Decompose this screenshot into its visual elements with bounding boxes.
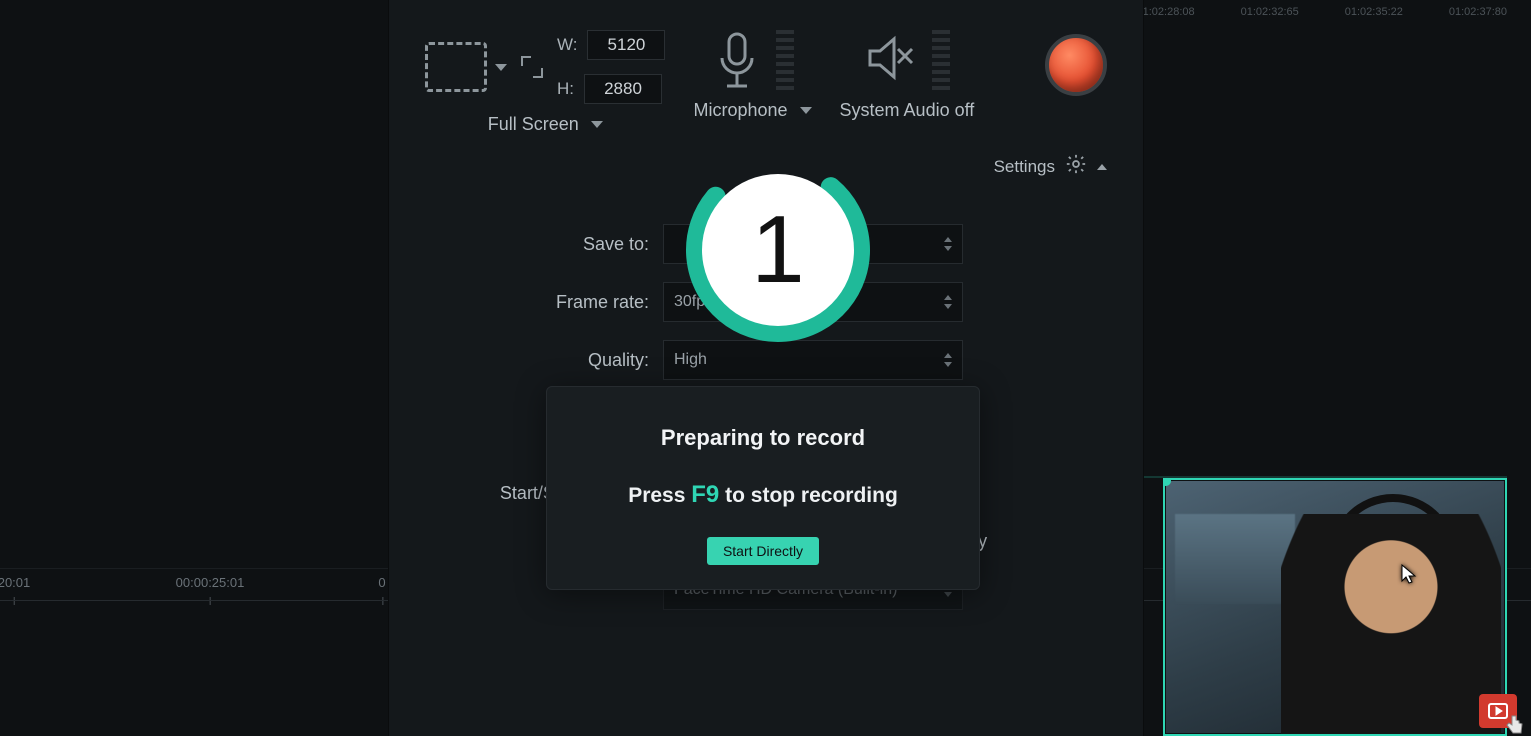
mini-timecode: 01:02:28:08	[1137, 6, 1195, 18]
mic-vu-meter	[776, 30, 794, 90]
microphone-icon[interactable]	[712, 30, 762, 90]
cursor-icon	[1401, 564, 1417, 584]
prepare-record-card: Preparing to record Press F9 to stop rec…	[546, 386, 980, 590]
source-screen: W: H: Full Screen	[425, 30, 665, 135]
mini-timecode: 01:02:37:80	[1449, 6, 1507, 18]
system-audio-label: System Audio off	[840, 100, 975, 121]
source-system-audio: System Audio off	[840, 30, 975, 121]
timeline-tick: 0	[378, 575, 385, 590]
source-microphone: Microphone	[693, 30, 811, 121]
collapse-up-icon[interactable]	[1097, 164, 1107, 170]
screen-mode-label: Full Screen	[488, 114, 579, 135]
quality-label: Quality:	[425, 350, 649, 371]
mini-timecode-strip: 01:02:28:08 01:02:32:65 01:02:35:22 01:0…	[1137, 6, 1508, 18]
record-button[interactable]	[1045, 34, 1107, 96]
timeline-tick: 00:00:25:01	[176, 575, 245, 590]
mini-timecode: 01:02:35:22	[1345, 6, 1403, 18]
gear-icon[interactable]	[1065, 153, 1087, 180]
system-vu-meter	[932, 30, 950, 90]
width-label: W:	[557, 35, 577, 55]
record-block	[1045, 30, 1107, 96]
mini-timecode: 01:02:32:65	[1241, 6, 1299, 18]
chevron-down-icon[interactable]	[495, 64, 507, 71]
settings-label: Settings	[994, 157, 1055, 177]
capture-height-input[interactable]	[584, 74, 662, 104]
speaker-muted-icon[interactable]	[864, 31, 918, 90]
countdown-number: 1	[751, 195, 804, 305]
prepare-instruction: Press F9 to stop recording	[567, 481, 959, 509]
resize-handle-icon[interactable]	[1163, 478, 1171, 486]
height-label: H:	[557, 79, 574, 99]
chevron-down-icon[interactable]	[800, 107, 812, 114]
webcam-preview[interactable]	[1163, 478, 1507, 736]
timeline-tick: 20:01	[0, 575, 30, 590]
stop-hotkey: F9	[691, 481, 719, 508]
screen-recorder-panel: W: H: Full Screen	[388, 0, 1144, 736]
frame-rate-label: Frame rate:	[425, 292, 649, 313]
quality-value: High	[674, 351, 707, 369]
countdown-indicator: 1	[684, 156, 872, 344]
save-to-label: Save to:	[425, 234, 649, 255]
chevron-down-icon[interactable]	[591, 121, 603, 128]
person-silhouette	[1281, 514, 1501, 736]
capture-width-input[interactable]	[587, 30, 665, 60]
hand-pointer-icon	[1503, 714, 1525, 736]
start-directly-button[interactable]: Start Directly	[707, 537, 819, 565]
quality-combo[interactable]: High	[663, 340, 963, 380]
prepare-title: Preparing to record	[567, 425, 959, 451]
capture-region-icon[interactable]	[425, 42, 487, 92]
fit-screen-icon[interactable]	[521, 56, 543, 78]
microphone-label: Microphone	[693, 100, 787, 121]
